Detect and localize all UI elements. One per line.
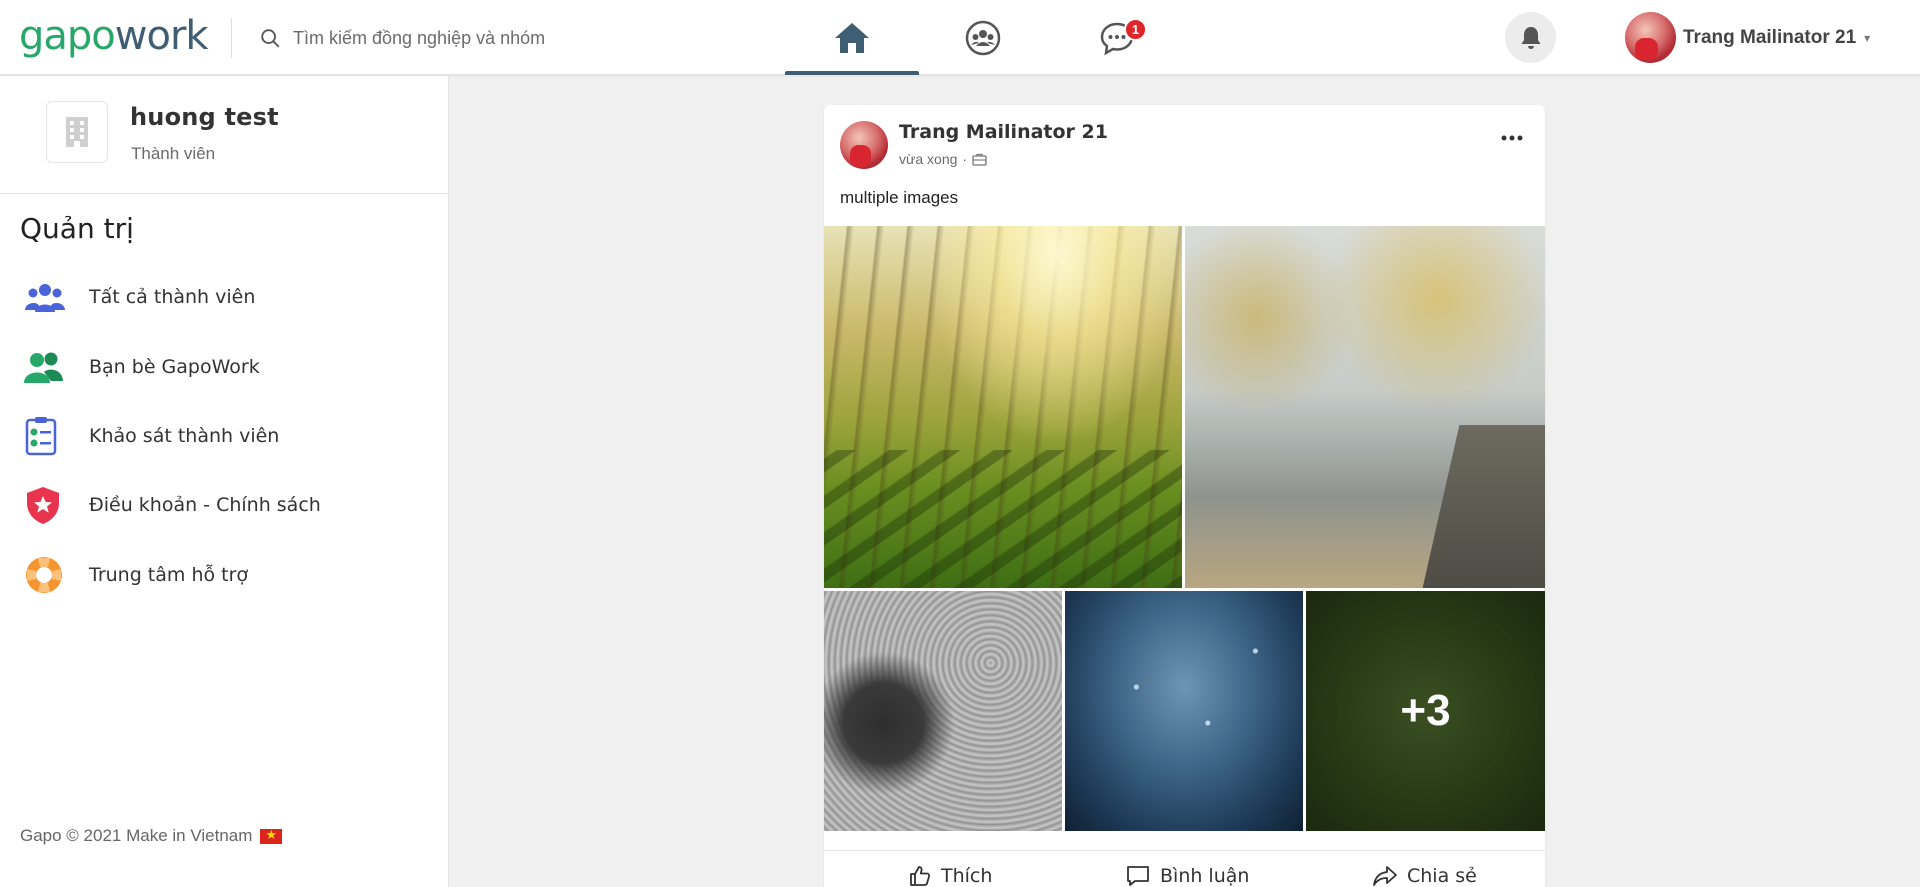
comment-icon <box>1127 866 1149 886</box>
left-sidebar: huong test Thành viên Quản trị Tất cả th… <box>0 76 449 887</box>
sidebar-item-label: Trung tâm hỗ trợ <box>89 564 249 586</box>
sidebar-item-member-survey[interactable]: Khảo sát thành viên <box>20 411 440 461</box>
user-name: Trang Mailinator 21 <box>1683 26 1857 48</box>
organization-logo <box>46 101 108 163</box>
policy-icon <box>20 483 74 527</box>
survey-icon <box>20 414 74 458</box>
sidebar-item-label: Khảo sát thành viên <box>89 425 280 447</box>
header-divider <box>231 18 232 58</box>
building-icon <box>66 117 88 147</box>
admin-section-title: Quản trị <box>20 212 134 245</box>
gapowork-logo[interactable]: gapowork <box>19 14 209 58</box>
post-time[interactable]: vừa xong <box>899 151 957 167</box>
more-dots-icon <box>1501 135 1523 141</box>
tab-groups[interactable] <box>916 0 1050 75</box>
post-author-avatar[interactable] <box>840 121 888 169</box>
bell-icon <box>1521 26 1540 49</box>
organization-name: huong test <box>130 103 279 131</box>
user-avatar <box>1625 12 1676 63</box>
share-button[interactable]: Chia sẻ <box>1372 864 1477 887</box>
groups-icon <box>965 20 1001 55</box>
sidebar-item-gapowork-friends[interactable]: Bạn bè GapoWork <box>20 342 440 392</box>
post-meta: vừa xong · <box>899 151 987 167</box>
post-author-name[interactable]: Trang Mailinator 21 <box>899 121 1108 143</box>
post-image-rainy-window[interactable] <box>824 591 1062 831</box>
top-bar: gapowork 1 Trang Mailinator 21 ▾ <box>0 0 1920 75</box>
search-icon <box>261 29 280 48</box>
post-actions: Thích Bình luận Chia sẻ <box>824 850 1545 887</box>
post-image-more[interactable]: +3 <box>1306 591 1545 831</box>
sidebar-item-terms-policy[interactable]: Điều khoản - Chính sách <box>20 480 440 530</box>
post-image-forest[interactable] <box>824 226 1182 588</box>
home-icon <box>835 22 869 53</box>
members-icon <box>20 275 74 319</box>
tab-home[interactable] <box>785 0 919 75</box>
more-options-button[interactable] <box>1492 125 1532 155</box>
share-icon <box>1373 866 1397 886</box>
sidebar-item-help-center[interactable]: Trung tâm hỗ trợ <box>20 550 440 600</box>
user-menu[interactable]: Trang Mailinator 21 ▾ <box>1625 12 1870 63</box>
post-image-raindrops[interactable] <box>1065 591 1303 831</box>
sidebar-item-label: Bạn bè GapoWork <box>89 356 260 378</box>
search-box[interactable] <box>259 22 699 54</box>
messages-badge: 1 <box>1124 18 1147 41</box>
organization-card[interactable]: huong test Thành viên <box>0 76 449 194</box>
post-card: Trang Mailinator 21 vừa xong · multiple … <box>824 105 1545 887</box>
tab-messages[interactable]: 1 <box>1050 0 1184 75</box>
search-input[interactable] <box>293 27 673 49</box>
chevron-down-icon: ▾ <box>1864 30 1871 45</box>
sidebar-item-label: Điều khoản - Chính sách <box>89 494 321 516</box>
thumbs-up-icon <box>910 866 931 886</box>
friends-icon <box>20 345 74 389</box>
work-icon <box>972 153 987 166</box>
organization-role: Thành viên <box>131 144 216 163</box>
sidebar-item-all-members[interactable]: Tất cả thành viên <box>20 272 440 322</box>
post-content: multiple images <box>840 188 959 207</box>
post-image-lake[interactable] <box>1185 226 1545 588</box>
sidebar-footer: Gapo © 2021 Make in Vietnam <box>20 826 283 846</box>
comment-button[interactable]: Bình luận <box>1125 864 1249 887</box>
more-images-count: +3 <box>1306 591 1545 831</box>
support-icon <box>20 553 74 597</box>
vietnam-flag-icon <box>260 827 283 844</box>
notifications-button[interactable] <box>1505 12 1556 63</box>
like-button[interactable]: Thích <box>908 864 992 887</box>
sidebar-item-label: Tất cả thành viên <box>89 286 256 308</box>
